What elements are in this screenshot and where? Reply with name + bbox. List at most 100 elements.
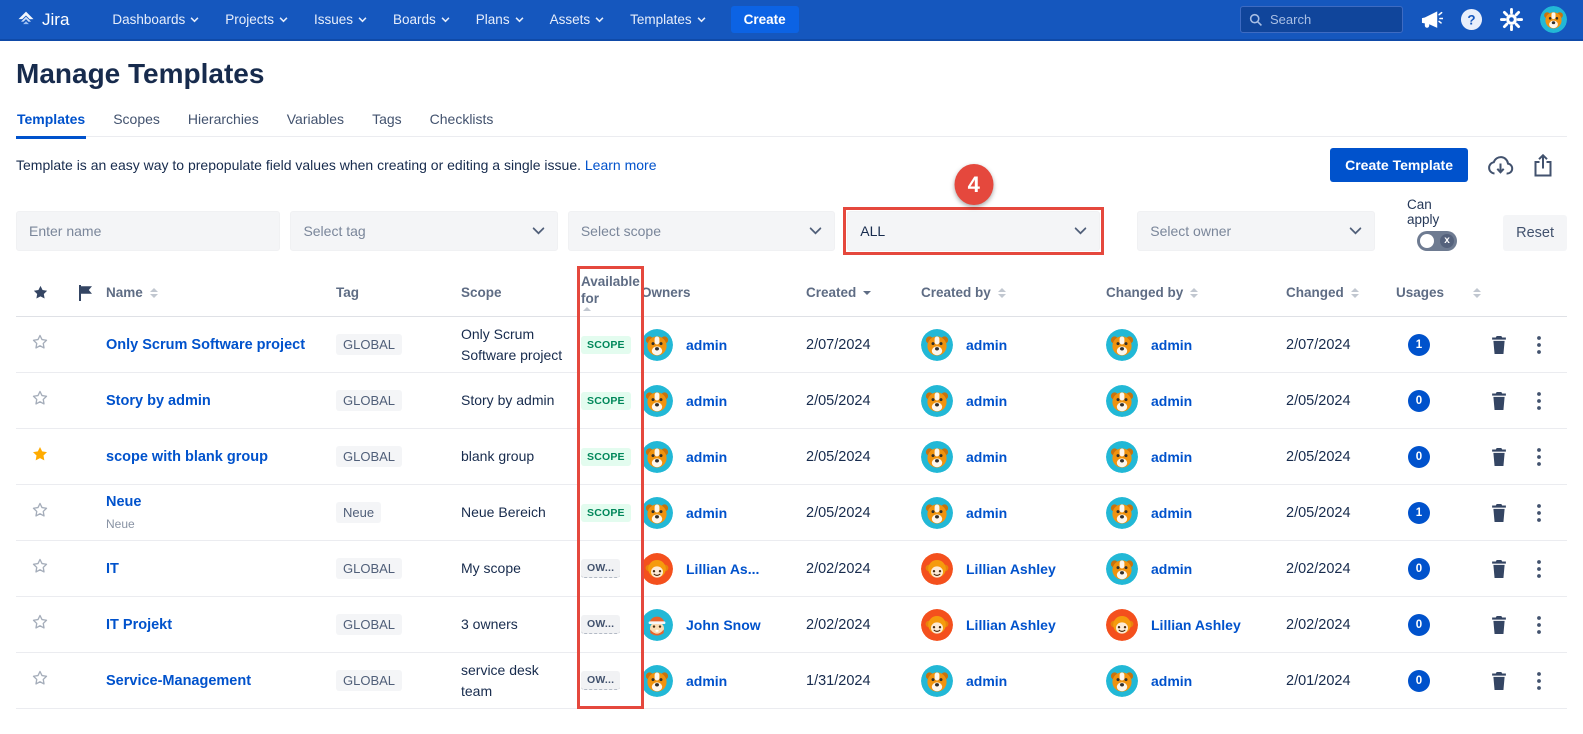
column-header-changed-by[interactable]: Changed by	[1106, 285, 1286, 300]
changed-by-link[interactable]: Lillian Ashley	[1151, 617, 1241, 633]
favorite-star-button[interactable]	[16, 612, 64, 637]
favorite-star-button[interactable]	[16, 332, 64, 357]
delete-button[interactable]	[1476, 671, 1521, 690]
settings-gear-icon[interactable]	[1500, 8, 1523, 31]
nav-item-projects[interactable]: Projects	[216, 6, 297, 33]
favorite-star-button[interactable]	[16, 556, 64, 581]
column-header-owners[interactable]: Owners	[641, 285, 806, 300]
column-header-available-for[interactable]: Available for	[581, 274, 641, 312]
template-name-link[interactable]: Neue	[106, 494, 141, 510]
filter-available-for-select[interactable]: ALL	[847, 211, 1101, 251]
owner-link[interactable]: admin	[686, 393, 727, 409]
global-search[interactable]	[1240, 6, 1403, 33]
export-share-icon[interactable]	[1533, 153, 1553, 177]
tab-tags[interactable]: Tags	[371, 107, 403, 136]
changed-by-link[interactable]: admin	[1151, 561, 1192, 577]
tab-templates[interactable]: Templates	[16, 107, 86, 136]
owner-link[interactable]: admin	[686, 673, 727, 689]
template-name-link[interactable]: IT Projekt	[106, 617, 172, 633]
reset-button[interactable]: Reset	[1503, 215, 1568, 251]
created-by-link[interactable]: Lillian Ashley	[966, 561, 1056, 577]
owner-avatar	[641, 440, 673, 473]
column-header-tag[interactable]: Tag	[336, 285, 461, 300]
table-row: Only Scrum Software project GLOBAL Only …	[16, 317, 1567, 373]
created-by-link[interactable]: admin	[966, 393, 1007, 409]
delete-button[interactable]	[1476, 559, 1521, 578]
owner-link[interactable]: John Snow	[686, 617, 761, 633]
search-input[interactable]	[1270, 12, 1390, 27]
nav-item-templates[interactable]: Templates	[621, 6, 715, 33]
jira-logo[interactable]: Jira	[16, 10, 69, 30]
favorite-column-header[interactable]	[16, 283, 64, 302]
changed-by-link[interactable]: admin	[1151, 393, 1192, 409]
chevron-down-icon	[595, 16, 604, 22]
user-avatar[interactable]	[1540, 6, 1567, 33]
row-menu-button[interactable]	[1521, 559, 1556, 578]
favorite-star-button[interactable]	[16, 444, 64, 469]
column-header-usages[interactable]: Usages	[1396, 285, 1482, 300]
nav-item-assets[interactable]: Assets	[541, 6, 614, 33]
template-name-link[interactable]: Service-Management	[106, 673, 251, 689]
nav-item-boards[interactable]: Boards	[384, 6, 459, 33]
nav-item-issues[interactable]: Issues	[305, 6, 376, 33]
filter-owner-select[interactable]: Select owner	[1137, 211, 1375, 251]
favorite-star-button[interactable]	[16, 388, 64, 413]
table-row: IT GLOBAL My scope OW... Lillian As... 2…	[16, 541, 1567, 597]
tab-variables[interactable]: Variables	[286, 107, 345, 136]
row-menu-button[interactable]	[1521, 335, 1556, 354]
import-download-icon[interactable]	[1487, 154, 1514, 177]
table-row: Neue Neue Neue Neue Bereich SCOPE admin …	[16, 485, 1567, 541]
created-by-link[interactable]: admin	[966, 673, 1007, 689]
template-name-link[interactable]: IT	[106, 561, 119, 577]
create-template-button[interactable]: Create Template	[1330, 148, 1468, 182]
delete-button[interactable]	[1476, 335, 1521, 354]
help-icon[interactable]: ?	[1460, 8, 1483, 31]
flag-column-header[interactable]	[64, 284, 106, 301]
tab-hierarchies[interactable]: Hierarchies	[187, 107, 260, 136]
template-name-link[interactable]: scope with blank group	[106, 449, 268, 465]
row-menu-button[interactable]	[1521, 615, 1556, 634]
column-header-scope[interactable]: Scope	[461, 285, 581, 300]
tab-checklists[interactable]: Checklists	[429, 107, 495, 136]
owner-link[interactable]: Lillian As...	[686, 561, 759, 577]
delete-button[interactable]	[1476, 447, 1521, 466]
favorite-star-button[interactable]	[16, 668, 64, 693]
template-name-link[interactable]: Only Scrum Software project	[106, 337, 305, 353]
row-menu-button[interactable]	[1521, 503, 1556, 522]
changed-by-link[interactable]: admin	[1151, 449, 1192, 465]
filter-name-input[interactable]	[16, 211, 281, 251]
nav-item-dashboards[interactable]: Dashboards	[103, 6, 208, 33]
delete-button[interactable]	[1476, 391, 1521, 410]
delete-button[interactable]	[1476, 615, 1521, 634]
changed-by-link[interactable]: admin	[1151, 505, 1192, 521]
owner-link[interactable]: admin	[686, 505, 727, 521]
created-by-link[interactable]: admin	[966, 337, 1007, 353]
favorite-star-button[interactable]	[16, 500, 64, 525]
tab-scopes[interactable]: Scopes	[112, 107, 161, 136]
row-menu-button[interactable]	[1521, 671, 1556, 690]
filter-scope-select[interactable]: Select scope	[567, 211, 836, 251]
column-header-created-by[interactable]: Created by	[921, 285, 1106, 300]
column-header-name[interactable]: Name	[106, 285, 336, 300]
created-by-link[interactable]: admin	[966, 449, 1007, 465]
template-name-link[interactable]: Story by admin	[106, 393, 211, 409]
changed-by-avatar	[1106, 440, 1138, 473]
created-by-link[interactable]: Lillian Ashley	[966, 617, 1056, 633]
can-apply-toggle[interactable]: x	[1417, 231, 1458, 251]
created-by-link[interactable]: admin	[966, 505, 1007, 521]
owner-link[interactable]: admin	[686, 449, 727, 465]
row-menu-button[interactable]	[1521, 447, 1556, 466]
changed-by-link[interactable]: admin	[1151, 337, 1192, 353]
changed-by-link[interactable]: admin	[1151, 673, 1192, 689]
column-header-created[interactable]: Created	[806, 285, 921, 300]
nav-item-plans[interactable]: Plans	[467, 6, 533, 33]
row-menu-button[interactable]	[1521, 391, 1556, 410]
announcements-icon[interactable]	[1420, 9, 1443, 30]
learn-more-link[interactable]: Learn more	[585, 157, 657, 173]
create-button[interactable]: Create	[730, 6, 799, 33]
owner-link[interactable]: admin	[686, 337, 727, 353]
changed-by-avatar	[1106, 328, 1138, 361]
column-header-changed[interactable]: Changed	[1286, 285, 1396, 300]
filter-tag-select[interactable]: Select tag	[290, 211, 558, 251]
delete-button[interactable]	[1476, 503, 1521, 522]
